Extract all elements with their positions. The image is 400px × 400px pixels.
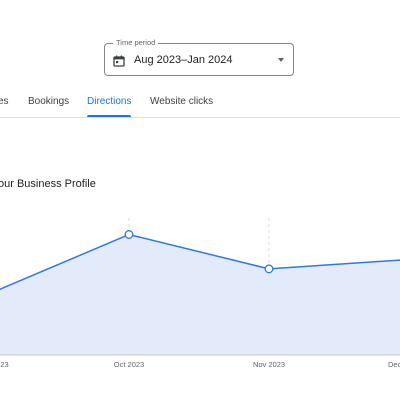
data-point[interactable] <box>124 230 134 239</box>
x-tick-label: Oct 2023 <box>114 360 144 369</box>
directions-chart: 2023 Oct 2023 Nov 2023 Dec <box>0 218 400 369</box>
data-point[interactable] <box>264 264 274 274</box>
x-tick-label: 2023 <box>0 360 9 369</box>
x-tick-label: Dec <box>388 360 400 369</box>
performance-page: Time period Aug 2023–Jan 2024 es Booking… <box>0 0 400 400</box>
x-tick-label: Nov 2023 <box>253 360 285 369</box>
